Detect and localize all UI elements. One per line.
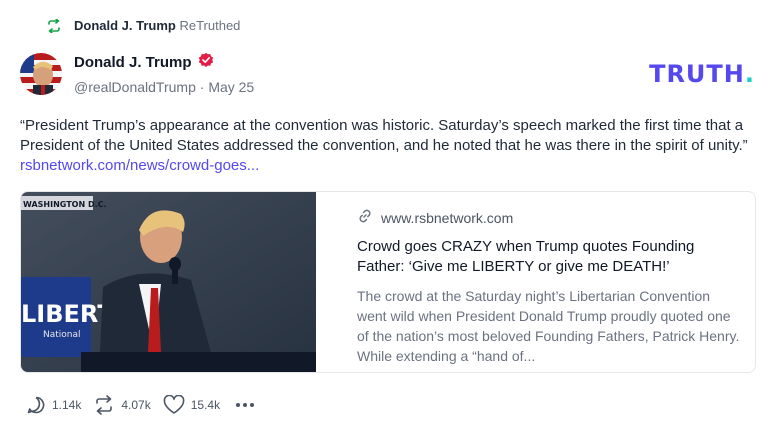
retruth-user-link[interactable]: Donald J. Trump [74, 18, 176, 33]
action-bar: 1.14k 4.07k 15.4k [26, 395, 255, 415]
like-count: 15.4k [190, 398, 221, 412]
retruth-icon [46, 18, 62, 33]
reply-icon [26, 395, 46, 415]
post-text: “President Trump’s appearance at the con… [20, 116, 760, 176]
post-meta: @realDonaldTrump · May 25 [74, 79, 255, 95]
card-domain: www.rsbnetwork.com [381, 209, 514, 226]
link-icon [357, 208, 373, 227]
card-image[interactable]: WASHINGTON D.C. LIBERTA National [21, 192, 316, 372]
image-caption: WASHINGTON D.C. [23, 200, 107, 209]
verified-badge-icon [198, 52, 214, 73]
retruth-count: 4.07k [121, 398, 151, 412]
retruth-indicator: Donald J. Trump ReTruthed [46, 18, 240, 33]
like-button[interactable]: 15.4k [163, 395, 220, 415]
link-preview-card[interactable]: WASHINGTON D.C. LIBERTA National www.rsb… [20, 191, 756, 373]
post-header: Donald J. Trump @realDonaldTrump · May 2… [20, 52, 254, 95]
image-sign-subtext: National [43, 330, 81, 340]
card-body[interactable]: www.rsbnetwork.com Crowd goes CRAZY when… [316, 192, 755, 372]
post-link[interactable]: rsbnetwork.com/news/crowd-goes... [20, 157, 259, 174]
truth-logo[interactable]: TRUTH. [649, 60, 755, 88]
card-title[interactable]: Crowd goes CRAZY when Trump quotes Found… [357, 237, 717, 277]
author-handle[interactable]: @realDonaldTrump [74, 79, 196, 95]
more-icon[interactable] [236, 403, 255, 407]
heart-icon [163, 395, 185, 415]
card-description: The crowd at the Saturday night’s Libert… [357, 288, 740, 364]
retruth-button[interactable]: 4.07k [93, 395, 151, 415]
retruth-label: ReTruthed [179, 18, 241, 33]
post-date[interactable]: May 25 [208, 79, 254, 95]
avatar[interactable] [20, 52, 62, 95]
reply-button[interactable]: 1.14k [26, 395, 81, 415]
reply-count: 1.14k [52, 398, 82, 412]
author-display-name[interactable]: Donald J. Trump [74, 54, 192, 71]
retruth-icon [93, 395, 115, 415]
post-body-text: “President Trump’s appearance at the con… [20, 117, 748, 154]
